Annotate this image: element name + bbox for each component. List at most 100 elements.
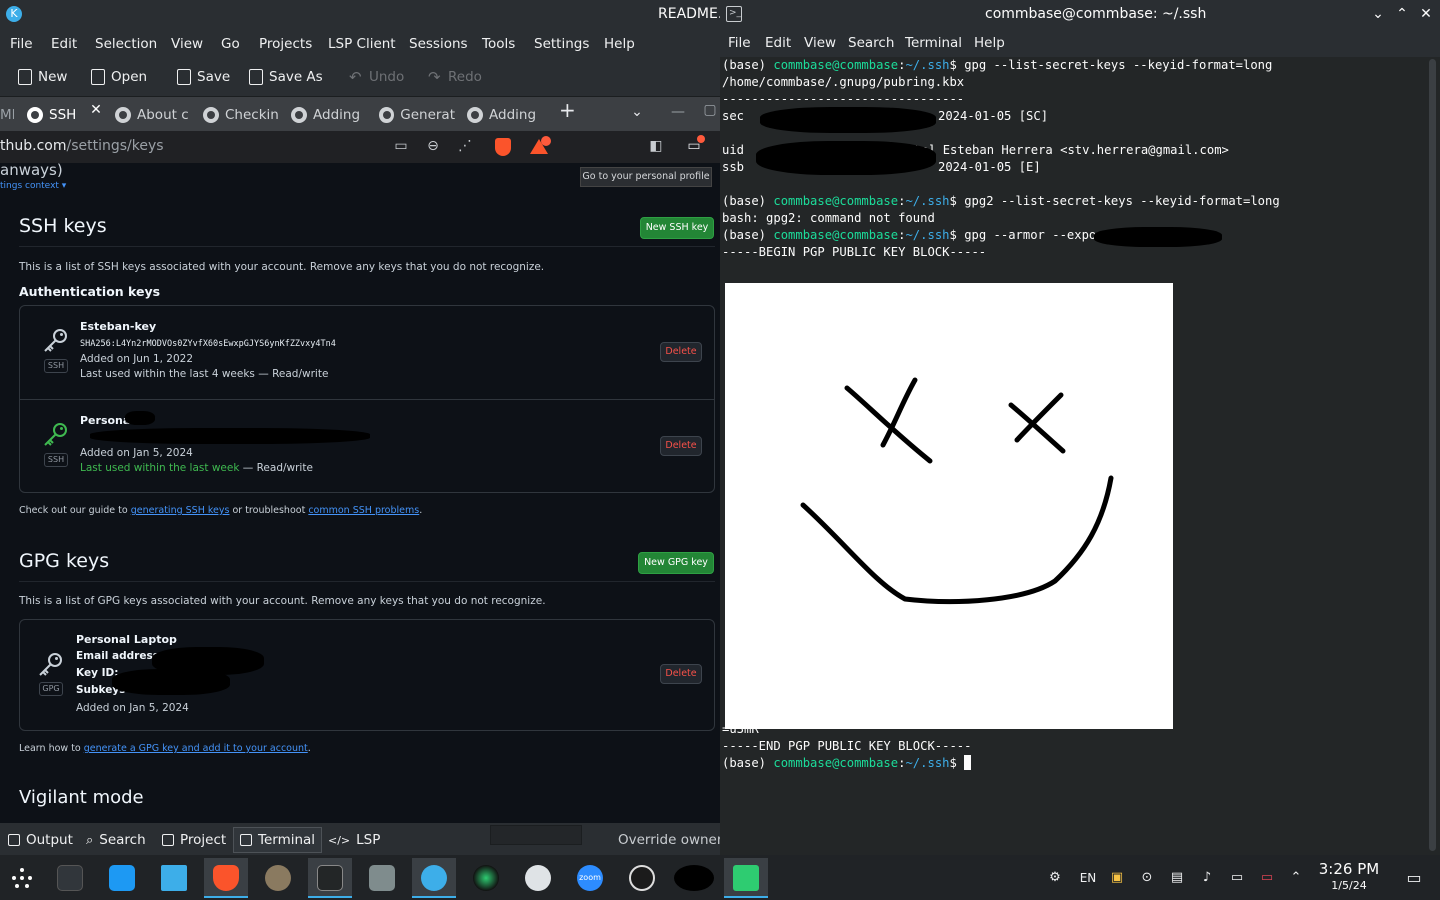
open-button[interactable]: Open — [91, 69, 147, 85]
terminal-menu-help[interactable]: Help — [974, 35, 1005, 51]
new-gpg-key-button[interactable]: New GPG key — [638, 552, 714, 574]
redacted-app-button[interactable] — [672, 858, 716, 898]
share-icon[interactable]: ⋰ — [457, 138, 473, 154]
delete-ssh-key-button[interactable]: Delete — [660, 342, 702, 362]
maximize-browser-icon[interactable]: ▢ — [702, 102, 718, 118]
menu-edit[interactable]: Edit — [51, 36, 77, 52]
menu-sessions[interactable]: Sessions — [409, 36, 468, 52]
open-document-icon — [91, 69, 105, 85]
save-as-button[interactable]: Save As — [249, 69, 323, 85]
dark-app-button[interactable] — [464, 858, 508, 898]
generate-gpg-key-link[interactable]: generate a GPG key and add it to your ac… — [84, 743, 308, 754]
prompt-path: ~/.ssh — [905, 756, 950, 770]
tab-about[interactable]: About c — [115, 103, 193, 127]
terminal-menu-edit[interactable]: Edit — [765, 35, 791, 51]
browser-tab-strip: ME SSH ✕ About c Checkin Adding — [0, 97, 720, 131]
output-panel-button[interactable]: Output — [8, 832, 73, 848]
menu-go[interactable]: Go — [221, 36, 240, 52]
generating-ssh-keys-link[interactable]: generating SSH keys — [131, 505, 230, 516]
sidebar-toggle-icon[interactable]: ◧ — [648, 138, 664, 154]
obs-button[interactable] — [620, 858, 664, 898]
search-panel-button[interactable]: ⌕ Search — [86, 832, 146, 848]
switch-context-link[interactable]: tings context ▾ — [0, 181, 66, 191]
terminal-titlebar[interactable]: >_ commbase@commbase: ~/.ssh ⌄ ⌃ ✕ — [720, 0, 1440, 29]
system-settings-button[interactable] — [48, 858, 92, 898]
terminal-menu-view[interactable]: View — [804, 35, 836, 51]
tab-adding-2[interactable]: Adding — [467, 103, 543, 127]
tab-search-chevron-icon[interactable]: ⌄ — [629, 104, 645, 120]
zoom-button[interactable]: zoom — [568, 858, 612, 898]
brave-shields-icon[interactable] — [495, 138, 511, 156]
kde-connect-icon[interactable]: ⚙ — [1046, 869, 1064, 887]
menu-lsp-client[interactable]: LSP Client — [328, 36, 396, 52]
camera-app-button[interactable] — [516, 858, 560, 898]
menu-view[interactable]: View — [171, 36, 203, 52]
editor-titlebar[interactable]: K README.r — [0, 0, 720, 29]
cast-icon[interactable]: ▭ — [393, 138, 409, 154]
new-tab-plus-icon[interactable]: + — [559, 100, 576, 120]
tab-ssh[interactable]: SSH — [27, 103, 83, 127]
digital-clock[interactable]: 3:26 PM 1/5/24 — [1312, 860, 1386, 892]
prompt-path: ~/.ssh — [905, 58, 950, 72]
redaction-mark — [125, 411, 155, 425]
new-button[interactable]: New — [18, 69, 67, 85]
zoom-out-icon[interactable]: ⊖ — [425, 138, 441, 154]
ssb-label: ssb — [722, 160, 745, 174]
discover-button[interactable] — [100, 858, 144, 898]
undo-button[interactable]: ↶ Undo — [349, 69, 404, 85]
lsp-panel-button[interactable]: </> LSP — [328, 832, 380, 848]
tab-adding-1[interactable]: Adding — [291, 103, 367, 127]
delete-ssh-key-button[interactable]: Delete — [660, 436, 702, 456]
menu-tools[interactable]: Tools — [482, 36, 515, 52]
terminal-icon — [240, 834, 252, 846]
scrollbar-thumb[interactable] — [1429, 59, 1436, 851]
minimize-browser-icon[interactable]: — — [670, 104, 686, 120]
minimize-icon[interactable]: ⌄ — [1369, 5, 1387, 23]
volume-icon[interactable]: ♪ — [1198, 869, 1216, 887]
menu-projects[interactable]: Projects — [259, 36, 312, 52]
network-disconnected-icon[interactable]: ▭ — [1258, 869, 1276, 887]
url-text[interactable]: thub.com/settings/keys — [0, 138, 164, 154]
network-icon[interactable]: ▭ — [1228, 869, 1246, 887]
terminal-menu-file[interactable]: File — [728, 35, 751, 51]
konsole-button[interactable] — [308, 858, 352, 898]
tab-partial[interactable]: ME — [0, 103, 14, 127]
menu-help[interactable]: Help — [604, 36, 635, 52]
maximize-icon[interactable]: ⌃ — [1393, 5, 1411, 23]
keyboard-layout-indicator[interactable]: EN — [1076, 869, 1100, 887]
kate-button[interactable] — [412, 858, 456, 898]
new-ssh-key-button[interactable]: New SSH key — [640, 217, 714, 239]
menu-settings[interactable]: Settings — [534, 36, 589, 52]
save-button[interactable]: Save — [177, 69, 230, 85]
terminal-app-button[interactable] — [724, 858, 768, 898]
terminal-panel-button[interactable]: Terminal — [233, 827, 323, 853]
delete-gpg-key-button[interactable]: Delete — [660, 664, 702, 684]
tab-generating[interactable]: Generat — [379, 103, 455, 127]
terminal-menu-search[interactable]: Search — [848, 35, 894, 51]
notes-icon[interactable]: ▤ — [1168, 869, 1186, 887]
close-tab-icon[interactable]: ✕ — [88, 102, 104, 118]
tray-expand-icon[interactable]: ⌃ — [1287, 869, 1305, 887]
spectacle-button[interactable] — [360, 858, 404, 898]
menu-selection[interactable]: Selection — [95, 36, 157, 52]
terminal-menu-terminal[interactable]: Terminal — [905, 35, 962, 51]
dolphin-button[interactable] — [152, 858, 196, 898]
project-icon — [162, 834, 174, 846]
clipboard-icon[interactable]: ▣ — [1108, 869, 1126, 887]
brave-button[interactable] — [204, 858, 248, 898]
menu-file[interactable]: File — [10, 36, 33, 52]
updates-icon[interactable]: ⊙ — [1138, 869, 1156, 887]
tab-checking[interactable]: Checkin — [203, 103, 279, 127]
close-icon[interactable]: ✕ — [1417, 5, 1435, 23]
common-ssh-problems-link[interactable]: common SSH problems — [308, 505, 419, 516]
spy-app-button[interactable] — [256, 858, 300, 898]
prompt-user: commbase@commbase — [773, 756, 899, 770]
terminal-scrollbar[interactable] — [1426, 57, 1440, 855]
terminal-line: --------------------------------- — [722, 92, 965, 106]
terminal-line: -----BEGIN PGP PUBLIC KEY BLOCK----- — [722, 245, 987, 259]
address-bar[interactable]: thub.com/settings/keys ▭ ⊖ ⋰ ◧ ▭ — [0, 131, 720, 163]
project-panel-button[interactable]: Project — [162, 832, 226, 848]
app-launcher-button[interactable] — [0, 858, 44, 898]
show-desktop-icon[interactable]: ▭ — [1405, 869, 1423, 887]
redo-button[interactable]: ↷ Redo — [428, 69, 482, 85]
